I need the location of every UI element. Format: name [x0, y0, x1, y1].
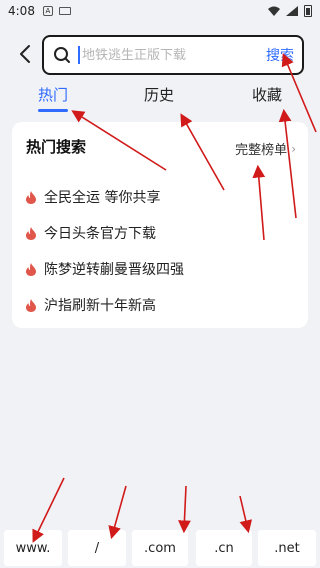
domain-shortcut-bar: www. / .com .cn .net [0, 530, 320, 566]
wifi-icon [268, 6, 280, 16]
full-ranking-label: 完整榜单 [235, 143, 288, 158]
key-com[interactable]: .com [132, 530, 188, 566]
hot-list-item[interactable]: 沪指刷新十年新高 [26, 294, 156, 316]
search-icon [54, 47, 70, 63]
status-right [268, 5, 312, 17]
annotation-arrow [178, 485, 191, 534]
key-slash[interactable]: / [68, 530, 126, 566]
hot-search-card: 热门搜索 完整榜单 › 全民全运 等你共享 今日头条官方下载 陈梦逆转蒯曼晋级四… [12, 122, 308, 328]
hot-item-text: 沪指刷新十年新高 [44, 298, 156, 314]
a-badge-icon: A [42, 6, 53, 16]
tab-bar: 热门 历史 收藏 [0, 84, 320, 114]
back-button[interactable] [16, 42, 34, 66]
annotation-arrow [239, 495, 253, 534]
flame-icon [26, 190, 36, 204]
search-button[interactable]: 搜索 [260, 45, 294, 65]
hot-list-item[interactable]: 陈梦逆转蒯曼晋级四强 [26, 258, 184, 280]
flame-icon [26, 298, 36, 312]
search-box[interactable]: 搜索 [42, 35, 304, 75]
hot-list-item[interactable]: 全民全运 等你共享 [26, 186, 160, 208]
battery-icon [304, 5, 312, 17]
tab-hot[interactable]: 热门 [38, 84, 68, 105]
text-caret [78, 46, 80, 64]
hot-item-text: 陈梦逆转蒯曼晋级四强 [44, 262, 184, 278]
hot-list-item[interactable]: 今日头条官方下载 [26, 222, 156, 244]
status-time: 4:08 [8, 4, 35, 18]
signal-icon [286, 6, 298, 16]
chevron-right-icon: › [291, 141, 296, 156]
hot-item-text: 全民全运 等你共享 [44, 190, 161, 206]
hot-item-text: 今日头条官方下载 [44, 226, 156, 242]
search-input[interactable] [82, 47, 260, 63]
keyboard-icon [58, 7, 71, 15]
key-www[interactable]: www. [4, 530, 62, 566]
key-net[interactable]: .net [258, 530, 316, 566]
tab-history[interactable]: 历史 [144, 84, 174, 105]
key-cn[interactable]: .cn [196, 530, 252, 566]
browser-search-screen: 4:08 A 搜索 热门 历史 收藏 [0, 0, 320, 568]
tab-favorites[interactable]: 收藏 [252, 84, 282, 105]
full-ranking-link[interactable]: 完整榜单 › [235, 139, 296, 159]
flame-icon [26, 226, 36, 240]
flame-icon [26, 262, 36, 276]
hot-search-title: 热门搜索 [26, 138, 87, 156]
chevron-left-icon [20, 45, 30, 63]
active-tab-indicator [38, 109, 68, 112]
annotation-arrow [108, 485, 127, 540]
status-bar: 4:08 A [0, 0, 320, 22]
